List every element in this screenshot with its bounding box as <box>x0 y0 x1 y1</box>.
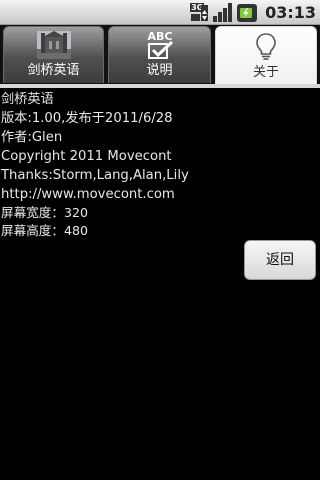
tab-label: 关于 <box>252 65 279 80</box>
network-3g-icon: 3G <box>190 2 210 23</box>
tab-instructions[interactable]: ABC 说明 <box>108 26 211 83</box>
tab-cambridge-english[interactable]: 剑桥英语 <box>3 26 104 83</box>
thanks-info: Thanks:Storm,Lang,Alan,Lily <box>1 168 189 183</box>
lightbulb-icon <box>255 32 277 64</box>
tab-label: 说明 <box>146 63 173 78</box>
tab-label: 剑桥英语 <box>27 63 80 78</box>
tab-underline <box>0 84 320 88</box>
battery-charging-icon <box>237 3 258 22</box>
abc-icon-text: ABC <box>147 30 172 43</box>
copyright-info: Copyright 2011 Movecont <box>1 149 172 164</box>
screen-height-info: 屏幕高度：480 <box>1 223 89 238</box>
back-button[interactable]: 返回 <box>244 240 316 280</box>
version-info: 版本:1.00,发布于2011/6/28 <box>1 111 173 126</box>
status-icons: 3G 03:13 <box>190 2 316 23</box>
author-info: 作者:Glen <box>1 130 63 145</box>
status-clock: 03:13 <box>265 3 316 22</box>
signal-strength-icon <box>213 3 233 22</box>
website-info: http://www.movecont.com <box>1 187 175 202</box>
screen-width-info: 屏幕宽度：320 <box>1 205 89 220</box>
status-bar: 3G 03:13 <box>0 0 320 25</box>
about-content: 剑桥英语 版本:1.00,发布于2011/6/28 作者:Glen Copyri… <box>1 90 319 240</box>
tab-about[interactable]: 关于 <box>215 26 317 85</box>
app-name: 剑桥英语 <box>1 92 54 107</box>
tab-bar: 剑桥英语 ABC 说明 关于 <box>0 25 320 85</box>
